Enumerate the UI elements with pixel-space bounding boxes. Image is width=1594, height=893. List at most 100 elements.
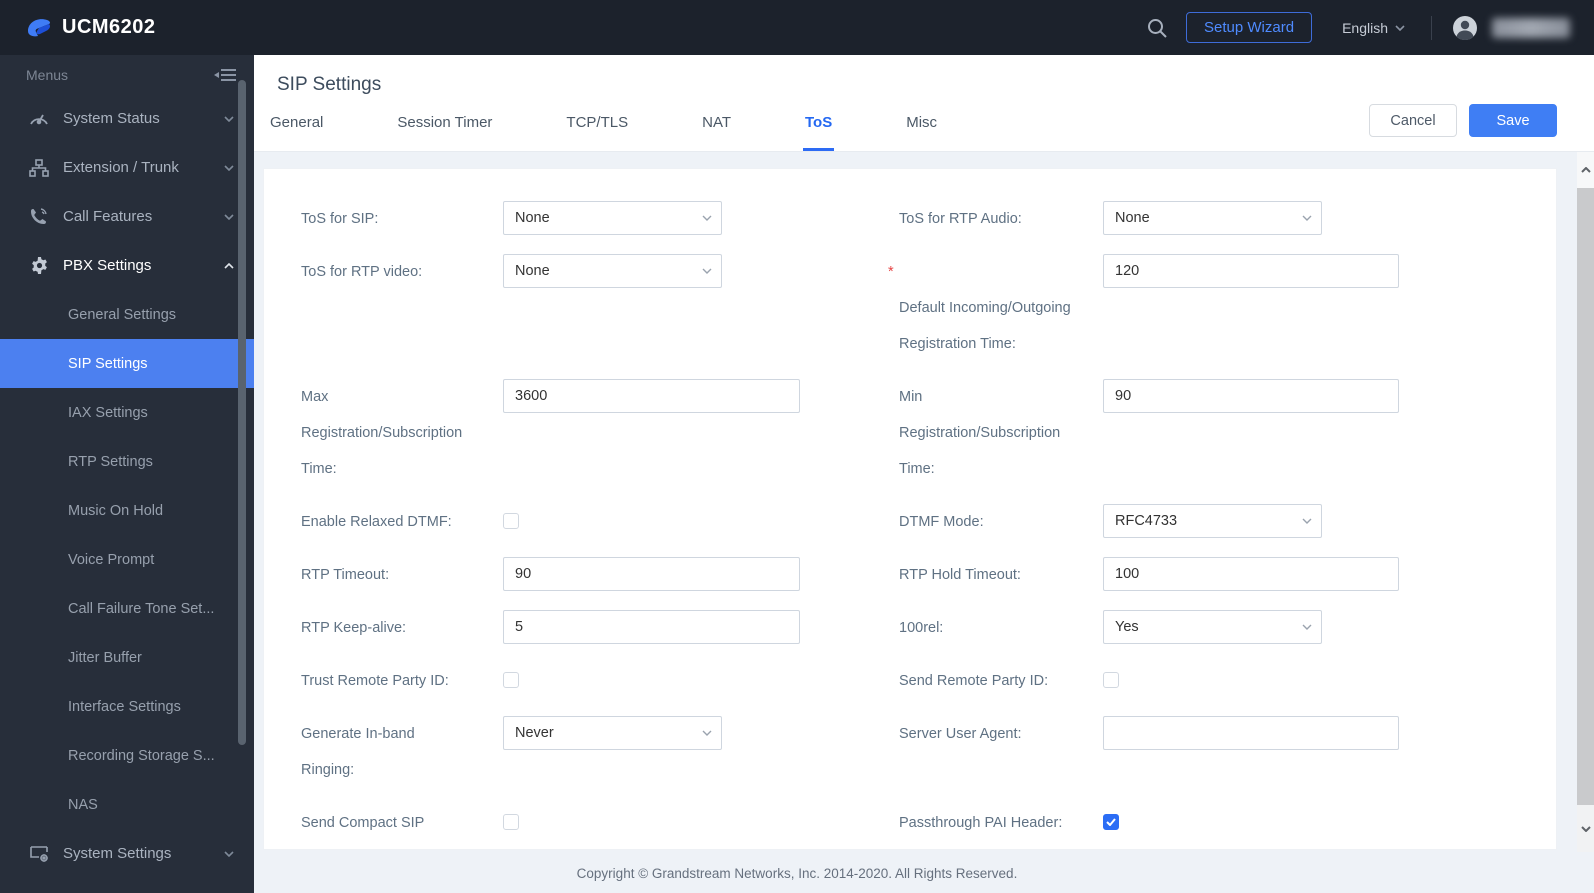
tab-tcp-tls[interactable]: TCP/TLS xyxy=(564,114,630,151)
default-registration-time-input[interactable] xyxy=(1103,254,1399,288)
language-label: English xyxy=(1342,19,1388,36)
enable-relaxed-dtmf-checkbox[interactable] xyxy=(503,513,519,529)
field-label: Trust Remote Party ID: xyxy=(301,673,449,689)
field-label: RTP Timeout: xyxy=(301,567,390,583)
field-label: RTP Hold Timeout: xyxy=(899,567,1021,583)
language-selector[interactable]: English xyxy=(1342,20,1405,36)
user-avatar-icon[interactable] xyxy=(1452,15,1478,41)
field-label: RTP Keep-alive: xyxy=(301,620,407,636)
page-header: SIP Settings General Session Timer TCP/T… xyxy=(254,55,1594,152)
top-bar: UCM6202 Setup Wizard English xyxy=(0,0,1594,55)
field-label: Send Compact SIP Headers: xyxy=(301,815,425,831)
field-label: ToS for RTP Audio: xyxy=(899,211,1022,227)
sidebar-item-voice-prompt[interactable]: Voice Prompt xyxy=(0,535,254,584)
generate-inband-ringing-select[interactable]: Never xyxy=(503,716,722,750)
required-marker: * xyxy=(888,264,894,280)
setup-wizard-button[interactable]: Setup Wizard xyxy=(1186,12,1313,43)
tab-session-timer[interactable]: Session Timer xyxy=(395,114,494,151)
sidebar-item-general-settings[interactable]: General Settings xyxy=(0,290,254,339)
chevron-up-icon xyxy=(224,262,234,269)
server-user-agent-input[interactable] xyxy=(1103,716,1399,750)
sidebar-item-call-features[interactable]: Call Features xyxy=(0,192,254,241)
chevron-down-icon xyxy=(224,850,234,857)
cancel-button[interactable]: Cancel xyxy=(1369,104,1457,137)
sidebar-item-iax-settings[interactable]: IAX Settings xyxy=(0,388,254,437)
sidebar-item-call-failure-tone[interactable]: Call Failure Tone Set... xyxy=(0,584,254,633)
tab-tos[interactable]: ToS xyxy=(803,114,835,151)
gauge-icon xyxy=(28,110,50,128)
field-label: * Default Incoming/Outgoing Registration … xyxy=(888,254,1103,362)
sidebar-item-system-status[interactable]: System Status xyxy=(0,94,254,143)
sitemap-icon xyxy=(28,158,50,177)
collapse-menu-icon[interactable] xyxy=(214,68,236,82)
grandstream-logo-icon xyxy=(28,18,51,36)
divider xyxy=(1431,15,1432,40)
tab-misc[interactable]: Misc xyxy=(904,114,939,151)
sidebar-item-system-settings[interactable]: System Settings xyxy=(0,829,254,878)
sidebar-item-music-on-hold[interactable]: Music On Hold xyxy=(0,486,254,535)
rtp-keepalive-input[interactable] xyxy=(503,610,800,644)
sidebar-item-sip-settings[interactable]: SIP Settings xyxy=(0,339,254,388)
rtp-hold-timeout-input[interactable] xyxy=(1103,557,1399,591)
page-scrollbar[interactable] xyxy=(1577,152,1594,852)
chevron-down-icon xyxy=(702,268,712,274)
chevron-down-icon xyxy=(1302,624,1312,630)
phone-icon xyxy=(28,207,50,226)
sidebar-menus-header: Menus xyxy=(0,55,254,94)
send-compact-sip-headers-checkbox[interactable] xyxy=(503,814,519,830)
max-registration-time-input[interactable] xyxy=(503,379,800,413)
tos-for-rtp-video-select[interactable]: None xyxy=(503,254,722,288)
send-remote-party-id-checkbox[interactable] xyxy=(1103,672,1119,688)
tab-general[interactable]: General xyxy=(268,114,325,151)
field-label: ToS for SIP: xyxy=(301,211,379,227)
tab-nat[interactable]: NAT xyxy=(700,114,733,151)
sidebar-item-pbx-settings[interactable]: PBX Settings xyxy=(0,241,254,290)
scrollbar-down-arrow[interactable] xyxy=(1577,814,1594,844)
page-title: SIP Settings xyxy=(277,74,382,95)
sidebar-item-nas[interactable]: NAS xyxy=(0,780,254,829)
trust-remote-party-id-checkbox[interactable] xyxy=(503,672,519,688)
sidebar: Menus System Status Extension / Trunk Ca… xyxy=(0,55,254,893)
field-label: Max Registration/Subscription Time: xyxy=(301,389,463,477)
chevron-down-icon xyxy=(702,730,712,736)
sidebar-item-recording-storage[interactable]: Recording Storage S... xyxy=(0,731,254,780)
field-label: Send Remote Party ID: xyxy=(899,673,1049,689)
sidebar-item-rtp-settings[interactable]: RTP Settings xyxy=(0,437,254,486)
field-label: Enable Relaxed DTMF: xyxy=(301,514,452,530)
tos-for-rtp-audio-select[interactable]: None xyxy=(1103,201,1322,235)
gear-icon xyxy=(28,256,50,275)
scrollbar-up-arrow[interactable] xyxy=(1577,152,1594,188)
settings-form: ToS for SIP: None ToS for RTP Audio: Non… xyxy=(263,168,1557,850)
scrollbar-thumb[interactable] xyxy=(1577,188,1594,805)
search-icon[interactable] xyxy=(1146,17,1168,39)
field-label: Min Registration/Subscription Time: xyxy=(899,389,1061,477)
brand-logo: UCM6202 xyxy=(26,16,156,40)
field-label: ToS for RTP video: xyxy=(301,264,423,280)
sidebar-scrollbar-thumb[interactable] xyxy=(238,80,246,745)
chevron-down-icon xyxy=(224,164,234,171)
device-name: UCM6202 xyxy=(62,16,156,38)
check-icon xyxy=(1106,818,1116,826)
min-registration-time-input[interactable] xyxy=(1103,379,1399,413)
field-label: Server User Agent: xyxy=(899,726,1022,742)
sidebar-item-extension-trunk[interactable]: Extension / Trunk xyxy=(0,143,254,192)
chevron-down-icon xyxy=(224,115,234,122)
tab-bar: General Session Timer TCP/TLS NAT ToS Mi… xyxy=(268,114,939,151)
username-redacted[interactable] xyxy=(1492,17,1570,38)
field-label: DTMF Mode: xyxy=(899,514,984,530)
tos-for-sip-select[interactable]: None xyxy=(503,201,722,235)
sidebar-item-jitter-buffer[interactable]: Jitter Buffer xyxy=(0,633,254,682)
save-button[interactable]: Save xyxy=(1469,104,1557,137)
chevron-down-icon xyxy=(1302,518,1312,524)
menus-label: Menus xyxy=(26,66,69,83)
rtp-timeout-input[interactable] xyxy=(503,557,800,591)
dtmf-mode-select[interactable]: RFC4733 xyxy=(1103,504,1322,538)
chevron-down-icon xyxy=(224,213,234,220)
monitor-gear-icon xyxy=(28,845,50,863)
chevron-down-icon xyxy=(702,215,712,221)
passthrough-pai-header-checkbox[interactable] xyxy=(1103,814,1119,830)
field-label: Passthrough PAI Header: xyxy=(899,815,1063,831)
sidebar-item-interface-settings[interactable]: Interface Settings xyxy=(0,682,254,731)
100rel-select[interactable]: Yes xyxy=(1103,610,1322,644)
field-label: 100rel: xyxy=(899,620,944,636)
